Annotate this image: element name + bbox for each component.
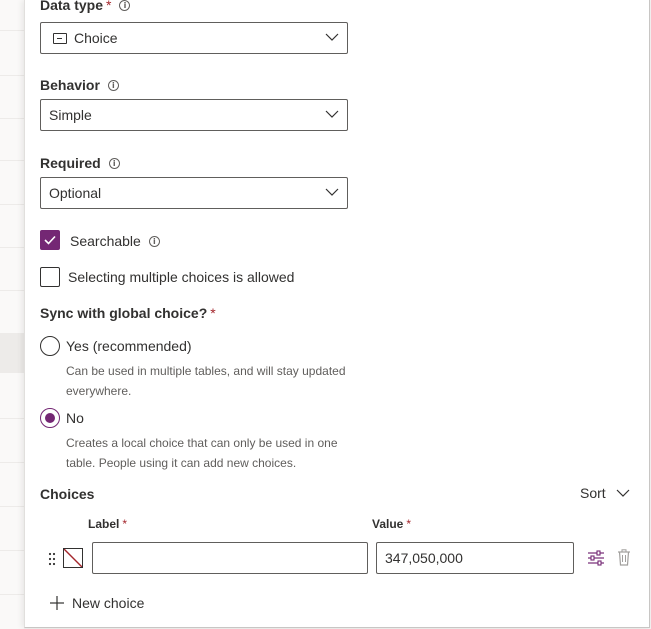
data-type-label: Data type * i	[40, 0, 131, 13]
background-row-divider	[0, 290, 24, 291]
multi-select-checkbox[interactable]	[40, 267, 60, 287]
background-row-divider	[0, 160, 24, 161]
new-choice-button[interactable]: New choice	[49, 595, 144, 611]
checkmark-icon	[44, 235, 56, 245]
chevron-down-icon	[325, 110, 339, 118]
sort-label: Sort	[580, 485, 606, 501]
radio-no-description: Creates a local choice that can only be …	[66, 436, 338, 470]
radio-yes-description: Can be used in multiple tables, and will…	[66, 364, 346, 398]
info-icon[interactable]: i	[148, 236, 160, 247]
label-column-header: Label *	[88, 517, 127, 531]
value-header-text: Value	[372, 517, 404, 531]
background-row-divider	[0, 30, 24, 31]
searchable-checkbox[interactable]	[40, 230, 60, 250]
sync-global-label-text: Sync with global choice?	[40, 305, 208, 321]
required-label: Required i	[40, 155, 120, 171]
required-value: Optional	[49, 185, 102, 201]
background-row-divider	[0, 75, 24, 76]
required-mark: *	[406, 517, 412, 531]
data-type-value: Choice	[74, 30, 118, 46]
behavior-value: Simple	[49, 107, 92, 123]
label-header-text: Label	[88, 517, 120, 531]
data-type-dropdown[interactable]: Choice	[40, 22, 348, 54]
required-label-text: Required	[40, 155, 101, 171]
info-icon[interactable]: i	[108, 158, 120, 169]
new-choice-label: New choice	[72, 595, 145, 611]
behavior-dropdown[interactable]: Simple	[40, 99, 348, 131]
plus-icon	[50, 596, 64, 610]
info-icon[interactable]: i	[119, 0, 131, 11]
background-selected-row	[0, 333, 24, 373]
no-color-icon	[64, 549, 82, 567]
radio-no[interactable]	[40, 408, 60, 428]
radio-no-label: No	[66, 410, 84, 426]
required-dropdown[interactable]: Optional	[40, 177, 348, 209]
background-row-divider	[0, 462, 24, 463]
delete-icon[interactable]	[617, 549, 631, 566]
chevron-down-icon	[325, 188, 339, 196]
color-picker-button[interactable]	[63, 548, 83, 568]
choice-icon	[53, 33, 67, 44]
column-properties-panel: Data type * i Choice Behavior i Simple Requ…	[24, 0, 650, 628]
value-column-header: Value *	[372, 517, 411, 531]
searchable-label-text: Searchable	[70, 233, 141, 249]
background-row-divider	[0, 506, 24, 507]
data-type-label-text: Data type	[40, 0, 104, 13]
radio-yes-label: Yes (recommended)	[66, 338, 192, 354]
background-row-divider	[0, 418, 24, 419]
radio-yes[interactable]	[40, 336, 60, 356]
info-icon[interactable]: i	[107, 80, 119, 91]
background-list	[0, 0, 24, 629]
settings-sliders-icon[interactable]	[587, 550, 605, 566]
sync-global-label: Sync with global choice? *	[40, 305, 216, 321]
behavior-label: Behavior i	[40, 77, 119, 93]
background-row-divider	[0, 204, 24, 205]
chevron-down-icon	[325, 33, 339, 41]
background-row-divider	[0, 550, 24, 551]
background-row-divider	[0, 594, 24, 595]
behavior-label-text: Behavior	[40, 77, 100, 93]
choice-value-input[interactable]	[376, 542, 574, 574]
choice-label-input[interactable]	[92, 542, 368, 574]
background-row-divider	[0, 247, 24, 248]
multi-select-label: Selecting multiple choices is allowed	[68, 269, 295, 285]
chevron-down-icon	[616, 489, 630, 497]
sort-button[interactable]: Sort	[580, 485, 630, 501]
required-mark: *	[122, 517, 128, 531]
choices-title: Choices	[40, 486, 95, 502]
required-mark: *	[106, 0, 112, 13]
background-row-divider	[0, 118, 24, 119]
searchable-label: Searchable i	[70, 233, 160, 249]
required-mark: *	[210, 305, 216, 321]
drag-handle-icon[interactable]	[48, 552, 56, 566]
